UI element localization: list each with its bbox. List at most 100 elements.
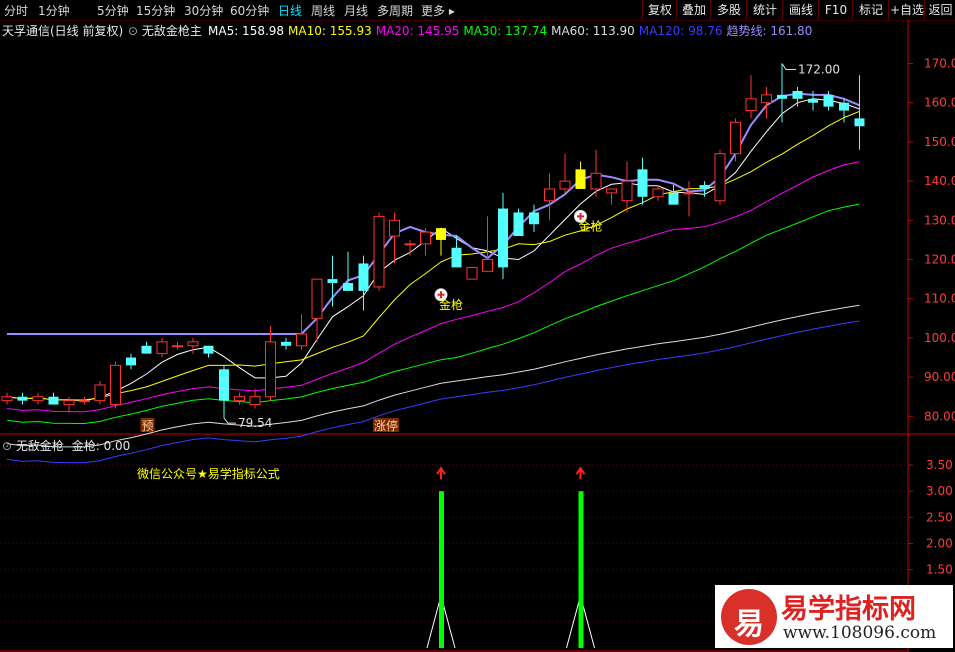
- candle-body: [529, 212, 539, 225]
- candle-body: [777, 94, 787, 99]
- kline-chart: 170.00 160.00 150.00 140.00 130.00 120.00 110.…: [0, 20, 955, 652]
- candle-body: [17, 396, 28, 401]
- candle-body: [94, 384, 106, 402]
- candle-body: [482, 259, 493, 272]
- signal-bar: [578, 491, 584, 648]
- ma30-value: MA30: 137.74: [463, 24, 548, 38]
- site-logo-char: 易: [734, 607, 764, 642]
- candle-body: [420, 231, 431, 245]
- mark-button[interactable]: 标记: [852, 0, 889, 20]
- candle-body: [637, 169, 648, 197]
- statistics-button[interactable]: 统计: [746, 0, 783, 20]
- main-indicator-name[interactable]: ⊙ 无敌金枪主: [128, 22, 202, 39]
- promo-text: 微信公众号★易学指标公式: [137, 467, 280, 481]
- y-tick-label: 100.00: [924, 331, 955, 345]
- period-tab-monthly[interactable]: 月线: [344, 2, 368, 19]
- candle-body: [714, 153, 726, 202]
- candle-body: [1, 396, 13, 402]
- site-title: 易学指标网: [781, 594, 916, 625]
- candle-body: [823, 94, 834, 107]
- ma30-line: [6, 203, 860, 425]
- candle-body: [234, 396, 245, 402]
- sub-indicator-name[interactable]: 无敌金枪: [16, 439, 64, 453]
- sub-y-tick-label: 2.00: [926, 536, 953, 550]
- candle-body: [219, 369, 229, 401]
- period-tab-weekly[interactable]: 周线: [311, 2, 335, 19]
- candle-body: [156, 341, 168, 355]
- period-tab-15min[interactable]: 15分钟: [136, 2, 175, 19]
- candle-body: [172, 345, 183, 348]
- period-tab-more[interactable]: 更多 ▸: [421, 2, 455, 19]
- y-tick-label: 80.00: [924, 409, 955, 423]
- multi-stock-button[interactable]: 多股: [710, 0, 747, 20]
- ma120-value: MA120: 98.76: [638, 24, 723, 38]
- ma60-value: MA60: 113.90: [551, 24, 635, 38]
- candle-body: [311, 278, 323, 319]
- candle-body: [281, 341, 291, 346]
- candle-body: [761, 94, 772, 104]
- candle-body: [559, 180, 571, 190]
- ma10-value: MA10: 155.93: [288, 24, 372, 38]
- candle-body: [606, 188, 617, 194]
- period-tab-multi[interactable]: 多周期: [377, 2, 413, 19]
- candle-body: [32, 396, 44, 402]
- dropdown-circle-icon[interactable]: ⊙: [128, 24, 138, 38]
- dropdown-circle-icon[interactable]: ⊙: [2, 439, 12, 453]
- candle-body: [343, 283, 353, 291]
- candle-body: [513, 212, 524, 236]
- tag-yu: 预: [142, 419, 154, 433]
- period-tab-fenshi[interactable]: 分时: [4, 2, 28, 19]
- add-watchlist-button[interactable]: +自选: [888, 0, 925, 20]
- period-toolbar: 分时 1分钟 5分钟 15分钟 30分钟 60分钟 日线 周线 月线 多周期 更…: [0, 0, 955, 21]
- period-tab-1min[interactable]: 1分钟: [38, 2, 70, 19]
- ma5-value: MA5: 158.98: [208, 24, 285, 38]
- period-tab-30min[interactable]: 30分钟: [184, 2, 223, 19]
- y-tick-label: 130.00: [924, 213, 955, 227]
- period-tab-daily[interactable]: 日线: [278, 2, 302, 19]
- signal-bar: [439, 491, 444, 648]
- sub-indicator-value: 金枪: 0.00: [71, 439, 131, 453]
- low-price-label: 79.54: [238, 416, 272, 430]
- candle-body: [854, 118, 865, 127]
- candle-body: [451, 247, 462, 268]
- signal-label: 金枪: [439, 297, 463, 312]
- candle-body: [141, 345, 152, 354]
- period-tab-60min[interactable]: 60分钟: [230, 2, 269, 19]
- high-marker-line: [781, 63, 796, 71]
- candle-body: [48, 396, 59, 405]
- sub-indicator-header: ⊙ 无敌金枪 金枪: 0.00: [2, 437, 130, 454]
- overlay-button[interactable]: 叠加: [676, 0, 711, 20]
- y-tick-label: 140.00: [924, 174, 955, 188]
- stock-title: 天孚通信(日线 前复权): [2, 24, 124, 38]
- candle-body: [466, 266, 478, 280]
- candle-body: [668, 192, 679, 205]
- low-marker-line: [223, 417, 236, 424]
- f10-button[interactable]: F10: [818, 0, 853, 20]
- ma20-line: [6, 161, 860, 413]
- period-tab-5min[interactable]: 5分钟: [97, 2, 129, 19]
- restore-rights-button[interactable]: 复权: [642, 0, 677, 20]
- candle-body: [187, 341, 199, 347]
- sub-y-tick-label: 2.50: [926, 510, 953, 524]
- candle-body: [265, 341, 276, 398]
- candle-body: [404, 243, 416, 246]
- candle-body: [699, 185, 710, 189]
- candle-body: [683, 192, 695, 195]
- candle-body: [126, 357, 136, 366]
- ma120-line: [6, 320, 860, 464]
- candle-body: [436, 228, 446, 240]
- candle-body: [373, 215, 385, 288]
- ma10-line: [6, 110, 860, 401]
- candle-body: [808, 98, 818, 103]
- ma-legend: MA5: 158.98 MA10: 155.93 MA20: 145.95 MA30:…: [208, 22, 812, 39]
- candle-body: [498, 208, 508, 268]
- back-button[interactable]: 返回: [924, 0, 955, 20]
- draw-line-button[interactable]: 画线: [782, 0, 819, 20]
- y-tick-label: 160.00: [924, 96, 955, 110]
- candle-body: [203, 345, 214, 354]
- trend-line-value: 趋势线: 161.80: [726, 24, 813, 38]
- y-tick-label: 170.00: [924, 57, 955, 71]
- candle-body: [652, 188, 664, 198]
- watermark: 易 易学指标网 www.108096.com: [715, 585, 953, 648]
- site-url: www.108096.com: [783, 623, 937, 643]
